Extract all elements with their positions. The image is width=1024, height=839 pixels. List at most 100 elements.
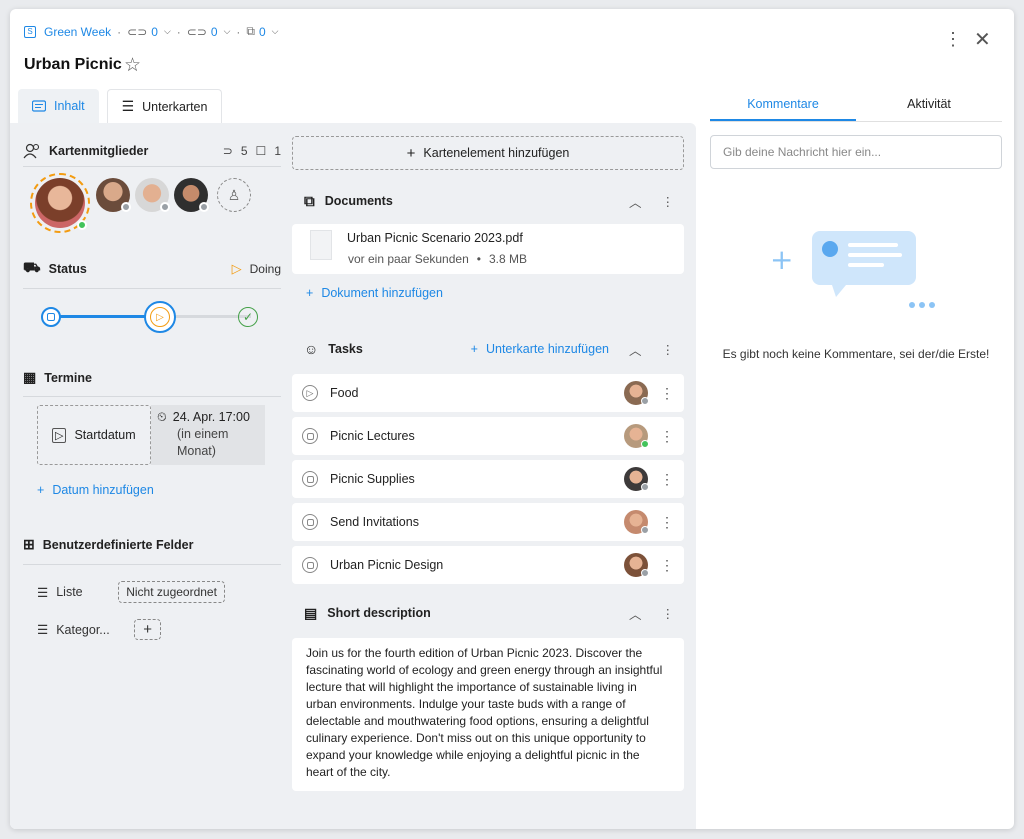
calendar-icon: ▦ [23,369,37,385]
more-vertical-icon[interactable]: ⋮ [662,194,675,209]
status-step-todo[interactable] [41,307,61,327]
grid-plus-icon: ⊞ [23,536,35,552]
avatar-main[interactable] [30,173,90,233]
plus-icon: + [37,483,45,497]
avatar-member[interactable] [174,178,209,212]
tab-unterkarten-label: Unterkarten [142,99,208,114]
more-vertical-icon[interactable]: ⋮ [662,606,675,621]
task-assignee-avatar[interactable] [624,553,649,577]
status-step-doing[interactable]: ▷ [144,301,176,333]
alarm-icon: ⏲ [157,410,167,424]
task-name[interactable]: Send Invitations [330,515,612,529]
comment-tabs: Kommentare Aktivität [710,89,1002,122]
task-name[interactable]: Picnic Lectures [330,429,612,443]
star-icon[interactable]: ☆ [124,54,141,77]
tasks-icon: ☺ [304,341,319,357]
todo-status-icon[interactable] [302,514,318,530]
offline-indicator [641,483,649,491]
status-value[interactable]: Doing [250,262,281,276]
chevron-up-icon[interactable]: ︿ [629,340,642,359]
chevron-up-icon[interactable]: ︿ [629,604,642,623]
comment-input[interactable]: Gib deine Nachricht hier ein... [710,135,1002,169]
comments-panel: Kommentare Aktivität Gib deine Nachricht… [710,89,1002,361]
tab-kommentare[interactable]: Kommentare [710,89,856,121]
add-subcard-button[interactable]: + Unterkarte hinzufügen [471,342,609,356]
task-assignee-avatar[interactable] [624,424,649,448]
offline-indicator [121,202,131,212]
online-indicator [641,440,649,448]
todo-status-icon[interactable] [302,428,318,444]
task-name[interactable]: Picnic Supplies [330,472,612,486]
liste-value[interactable]: Nicht zugeordnet [118,581,225,603]
task-item[interactable]: Picnic Lectures ⋮ [292,417,684,455]
empty-comments-text: Es gibt noch keine Kommentare, sei der/d… [722,347,990,361]
add-kategorie-button[interactable]: + [134,619,161,640]
status-icon: ⛟ [23,259,41,275]
add-document-button[interactable]: + Dokument hinzufügen [292,286,684,300]
link-icon: ⊂⊃ [127,24,148,39]
add-date-button[interactable]: + Datum hinzufügen [23,483,281,497]
tab-aktivitaet[interactable]: Aktivität [856,89,1002,121]
count-c[interactable]: 0 [259,25,266,39]
chain-icon: ⊂⊃ [186,24,207,39]
task-item[interactable]: ▷ Food ⋮ [292,374,684,412]
svg-text:+: + [770,243,793,276]
task-name[interactable]: Urban Picnic Design [330,558,612,572]
count-a[interactable]: 0 [151,25,158,39]
close-icon[interactable]: ✕ [974,27,991,52]
task-item[interactable]: Picnic Supplies ⋮ [292,460,684,498]
tab-inhalt-label: Inhalt [54,99,85,113]
watchers-count[interactable]: 5 [241,144,248,158]
start-date-value[interactable]: ⏲ 24. Apr. 17:00 (in einem Monat) [151,405,265,465]
avatar-member[interactable] [96,178,131,212]
offline-indicator [641,397,649,405]
add-card-element-button[interactable]: + Kartenelement hinzufügen [292,136,684,170]
chevron-down-icon[interactable]: ⌵ [164,26,171,37]
play-status-icon[interactable]: ▷ [302,385,318,401]
more-vertical-icon[interactable]: ⋮ [660,471,674,488]
status-step-done[interactable]: ✓ [238,307,258,327]
more-vertical-icon[interactable]: ⋮ [660,514,674,531]
chevron-up-icon[interactable]: ︿ [629,192,642,211]
more-vertical-icon[interactable]: ⋮ [660,557,674,574]
tab-unterkarten[interactable]: ☰ Unterkarten [106,89,223,123]
board-link[interactable]: Green Week [44,25,111,39]
task-assignee-avatar[interactable] [624,467,649,491]
task-name[interactable]: Food [330,386,612,400]
tab-inhalt[interactable]: Inhalt [18,89,99,123]
document-item[interactable]: Urban Picnic Scenario 2023.pdf vor ein p… [292,224,684,274]
play-icon: ▷ [231,260,242,276]
avatar-member[interactable] [135,178,170,212]
board-icon: S [24,25,36,38]
more-vertical-icon[interactable]: ⋮ [660,428,674,445]
more-vertical-icon[interactable]: ⋮ [662,342,675,357]
members-header: Kartenmitglieder ⊃ 5 ☐ 1 [23,135,281,167]
card-title[interactable]: Urban Picnic [24,56,122,74]
comment-count[interactable]: 1 [274,144,281,158]
task-item[interactable]: Urban Picnic Design ⋮ [292,546,684,584]
status-stepper[interactable]: ▷ ✓ [23,289,281,347]
chevron-down-icon[interactable]: ⌵ [224,26,231,37]
count-b[interactable]: 0 [211,25,218,39]
more-vertical-icon[interactable]: ⋮ [660,385,674,402]
task-assignee-avatar[interactable] [624,510,649,534]
field-liste: ☰ Liste Nicht zugeordnet [23,581,281,603]
start-date-button[interactable]: ▷ Startdatum [37,405,151,465]
add-member-button[interactable]: ♙ [217,178,251,212]
task-assignee-avatar[interactable] [624,381,649,405]
document-name[interactable]: Urban Picnic Scenario 2023.pdf [347,231,523,245]
description-text[interactable]: Join us for the fourth edition of Urban … [292,638,684,791]
todo-status-icon[interactable] [302,557,318,573]
more-vertical-icon[interactable]: ⋮ [944,29,962,50]
members-label: Kartenmitglieder [49,143,149,158]
plus-icon: + [470,342,478,356]
date-text: 24. Apr. 17:00 [172,410,250,424]
task-item[interactable]: Send Invitations ⋮ [292,503,684,541]
watchers-icon: ⊃ [222,143,233,158]
play-icon: ▷ [52,427,67,443]
offline-indicator [641,569,649,577]
document-text-icon: ▤ [304,604,318,621]
todo-status-icon[interactable] [302,471,318,487]
add-date-label: Datum hinzufügen [52,483,154,497]
chevron-down-icon[interactable]: ⌵ [272,26,279,37]
